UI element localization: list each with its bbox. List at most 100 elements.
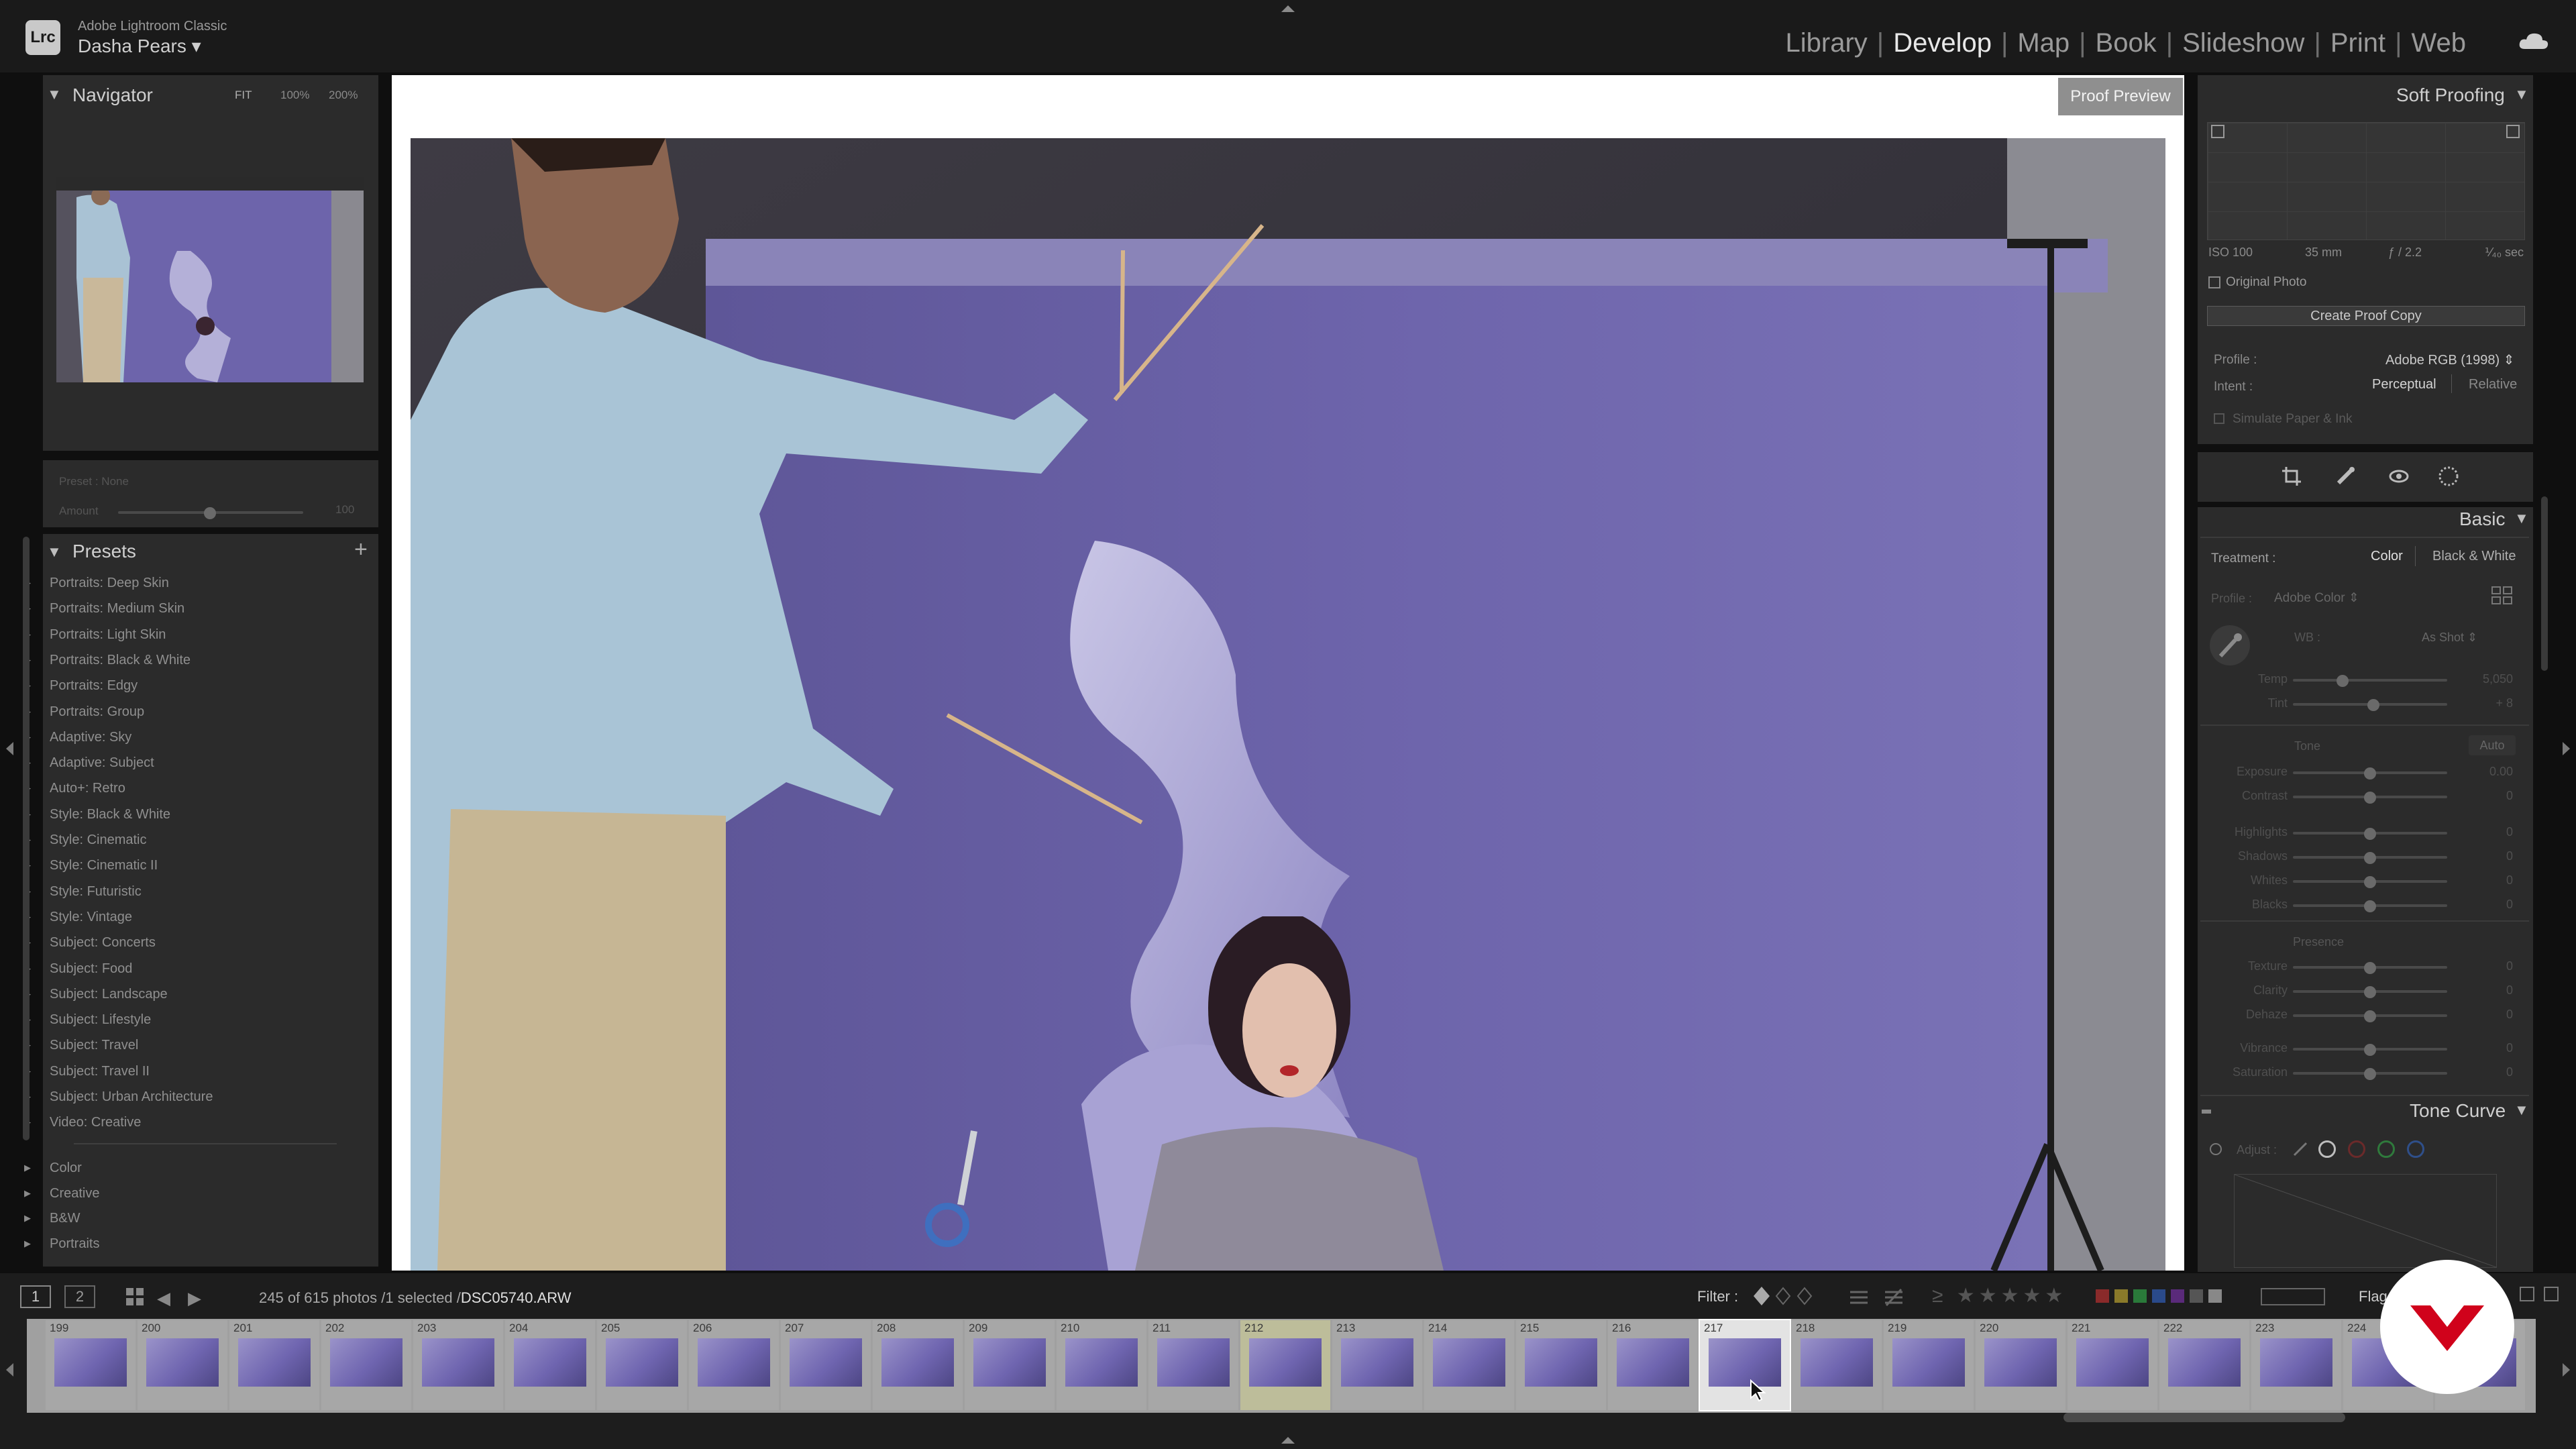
unedited-filter-icon[interactable] bbox=[1884, 1287, 1904, 1307]
original-photo-checkbox[interactable] bbox=[2208, 276, 2220, 288]
left-panel-toggle-icon[interactable] bbox=[4, 741, 15, 757]
wb-select[interactable]: As Shot ⇕ bbox=[2422, 631, 2477, 645]
filmstrip-thumbnail[interactable]: 206 bbox=[689, 1320, 779, 1410]
main-photo[interactable] bbox=[411, 138, 2165, 1271]
module-book[interactable]: Book bbox=[2086, 28, 2166, 58]
profile-browser-icon[interactable] bbox=[2491, 586, 2513, 605]
navigator-preview[interactable] bbox=[56, 177, 364, 382]
collapse-triangle-icon[interactable]: ▼ bbox=[2514, 1102, 2529, 1119]
back-arrow-icon[interactable]: ◀ bbox=[157, 1288, 170, 1309]
blue-curve-icon[interactable] bbox=[2407, 1140, 2424, 1158]
crop-icon[interactable] bbox=[2281, 466, 2302, 487]
preset-folder[interactable]: Subject: Landscape bbox=[24, 987, 168, 1002]
slider-thumb[interactable] bbox=[2364, 767, 2376, 780]
intent-relative[interactable]: Relative bbox=[2469, 377, 2517, 392]
filmstrip-scrollbar[interactable] bbox=[2063, 1413, 2345, 1422]
zoom-100[interactable]: 100% bbox=[280, 89, 309, 102]
slider-thumb[interactable] bbox=[2364, 986, 2376, 998]
filmstrip-thumbnail[interactable]: 220 bbox=[1976, 1320, 2065, 1410]
collapse-triangle-icon[interactable]: ▼ bbox=[2514, 86, 2529, 103]
primary-window-button[interactable]: 1 bbox=[20, 1285, 51, 1308]
slider-thumb[interactable] bbox=[2364, 828, 2376, 840]
filmstrip-thumbnail[interactable]: 209 bbox=[965, 1320, 1055, 1410]
filmstrip-thumbnail[interactable]: 205 bbox=[597, 1320, 687, 1410]
slider-thumb[interactable] bbox=[2364, 1044, 2376, 1056]
preset-group[interactable]: Creative bbox=[24, 1186, 100, 1201]
no-label-icon[interactable] bbox=[2208, 1289, 2222, 1303]
color-label-filter[interactable] bbox=[2096, 1289, 2227, 1304]
left-scrollbar[interactable] bbox=[23, 537, 30, 1140]
profile-select[interactable]: Adobe RGB (1998) ⇕ bbox=[2385, 352, 2514, 368]
filmstrip-thumbnail[interactable]: 211 bbox=[1148, 1320, 1238, 1410]
filmstrip-thumbnail[interactable]: 202 bbox=[321, 1320, 411, 1410]
auto-tone-button[interactable]: Auto bbox=[2469, 735, 2516, 755]
basic-profile-select[interactable]: Adobe Color ⇕ bbox=[2274, 590, 2359, 606]
preset-folder[interactable]: Style: Black & White bbox=[24, 807, 170, 822]
preset-folder[interactable]: Subject: Travel bbox=[24, 1038, 138, 1053]
slider-thumb[interactable] bbox=[2364, 1010, 2376, 1022]
filmstrip-thumbnail[interactable]: 212 bbox=[1240, 1320, 1330, 1410]
treatment-bw[interactable]: Black & White bbox=[2432, 549, 2516, 564]
green-label-icon[interactable] bbox=[2133, 1289, 2147, 1303]
filter-lock-icon[interactable] bbox=[2520, 1287, 2534, 1301]
filmstrip-thumbnail[interactable]: 208 bbox=[873, 1320, 963, 1410]
healing-brush-icon[interactable] bbox=[2334, 466, 2356, 487]
forward-arrow-icon[interactable]: ▶ bbox=[188, 1288, 201, 1309]
targeted-adjust-icon[interactable] bbox=[2210, 1143, 2222, 1155]
preset-folder[interactable]: Subject: Lifestyle bbox=[24, 1012, 151, 1028]
preset-folder[interactable]: Subject: Travel II bbox=[24, 1064, 150, 1079]
filmstrip-thumbnail[interactable]: 201 bbox=[229, 1320, 319, 1410]
slider-thumb[interactable] bbox=[2364, 792, 2376, 804]
preset-folder[interactable]: Style: Futuristic bbox=[24, 884, 142, 900]
filmstrip-thumbnail[interactable]: 219 bbox=[1884, 1320, 1974, 1410]
zoom-fit[interactable]: FIT bbox=[235, 89, 252, 102]
cloud-sync-icon[interactable] bbox=[2518, 32, 2549, 50]
preset-folder[interactable]: Style: Vintage bbox=[24, 910, 132, 925]
preset-folder[interactable]: Subject: Food bbox=[24, 961, 133, 977]
filmstrip-right-icon[interactable] bbox=[2561, 1362, 2572, 1378]
kind-filter-icons[interactable] bbox=[2261, 1288, 2325, 1305]
slider-thumb[interactable] bbox=[2364, 1068, 2376, 1080]
point-curve-icon[interactable] bbox=[2292, 1140, 2309, 1158]
preset-group[interactable]: Portraits bbox=[24, 1236, 100, 1252]
flag-dropdown[interactable]: Flag bbox=[2359, 1288, 2387, 1305]
filmstrip-thumbnail[interactable]: 203 bbox=[413, 1320, 503, 1410]
edited-filter-icon[interactable] bbox=[1849, 1287, 1869, 1307]
filmstrip-thumbnail[interactable]: 200 bbox=[138, 1320, 227, 1410]
preset-group[interactable]: Color bbox=[24, 1161, 82, 1176]
flag-filter-icons[interactable] bbox=[1752, 1285, 1814, 1307]
collapse-triangle-icon[interactable]: ▼ bbox=[47, 86, 62, 103]
add-preset-icon[interactable]: + bbox=[354, 537, 368, 563]
red-label-icon[interactable] bbox=[2096, 1289, 2109, 1303]
preset-folder[interactable]: Portraits: Edgy bbox=[24, 678, 138, 694]
secondary-window-button[interactable]: 2 bbox=[64, 1285, 95, 1308]
filmstrip-thumbnail[interactable]: 222 bbox=[2159, 1320, 2249, 1410]
purple-label-icon[interactable] bbox=[2171, 1289, 2184, 1303]
preset-folder[interactable]: Adaptive: Subject bbox=[24, 755, 154, 771]
filmstrip-thumbnail[interactable]: 216 bbox=[1608, 1320, 1698, 1410]
simulate-checkbox[interactable] bbox=[2214, 413, 2224, 424]
filmstrip-thumbnail[interactable]: 199 bbox=[46, 1320, 136, 1410]
slider-thumb[interactable] bbox=[2364, 852, 2376, 864]
preset-folder[interactable]: Subject: Urban Architecture bbox=[24, 1089, 213, 1105]
rgb-curve-icon[interactable] bbox=[2318, 1140, 2336, 1158]
module-slideshow[interactable]: Slideshow bbox=[2173, 28, 2314, 58]
collapse-top-arrow[interactable] bbox=[1280, 3, 1296, 13]
filmstrip-thumbnail[interactable]: 217 bbox=[1699, 1319, 1791, 1411]
red-eye-icon[interactable] bbox=[2388, 466, 2410, 487]
module-print[interactable]: Print bbox=[2321, 28, 2395, 58]
collapse-triangle-icon[interactable]: ▼ bbox=[47, 543, 62, 561]
preset-folder[interactable]: Portraits: Black & White bbox=[24, 653, 191, 668]
slider-track[interactable] bbox=[2293, 679, 2447, 682]
right-panel-toggle-icon[interactable] bbox=[2561, 741, 2572, 757]
identity-plate-user[interactable]: Dasha Pears ▾ bbox=[78, 35, 201, 57]
preset-folder[interactable]: Portraits: Deep Skin bbox=[24, 576, 169, 591]
green-curve-icon[interactable] bbox=[2377, 1140, 2395, 1158]
preset-folder[interactable]: Portraits: Light Skin bbox=[24, 627, 166, 643]
filmstrip-thumbnail[interactable]: 218 bbox=[1792, 1320, 1882, 1410]
filmstrip-thumbnail[interactable]: 213 bbox=[1332, 1320, 1422, 1410]
preset-folder[interactable]: Auto+: Retro bbox=[24, 781, 125, 796]
collapse-triangle-icon[interactable]: ▼ bbox=[2514, 510, 2529, 527]
grid-view-icon[interactable] bbox=[125, 1287, 145, 1307]
filmstrip-thumbnail[interactable]: 214 bbox=[1424, 1320, 1514, 1410]
